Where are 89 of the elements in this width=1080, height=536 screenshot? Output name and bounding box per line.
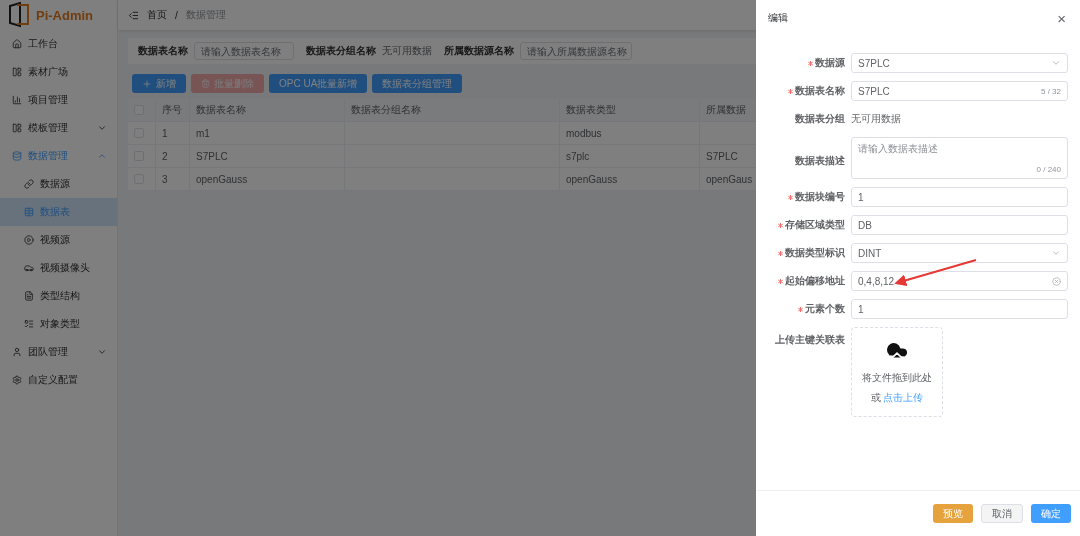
sidebar-item[interactable]: 自定义配置 xyxy=(0,366,117,394)
field-label: 上传主键关联表 xyxy=(775,333,845,347)
table-cell: modbus xyxy=(560,122,700,145)
required-icon xyxy=(798,306,803,312)
empty-text: 无可用数据 xyxy=(382,44,432,58)
required-icon xyxy=(778,222,783,228)
column-header: 数据表名称 xyxy=(190,99,345,122)
table-cell: openGauss xyxy=(190,168,345,191)
input-field[interactable]: DB xyxy=(851,215,1068,235)
input-field[interactable]: 1 xyxy=(851,187,1068,207)
required-icon xyxy=(808,60,813,66)
sidebar-item[interactable]: 类型结构 xyxy=(0,282,117,310)
chevron-icon xyxy=(97,151,107,161)
logo-text: Pi-Admin xyxy=(36,7,94,23)
sidebar-item[interactable]: 数据源 xyxy=(0,170,117,198)
link-icon xyxy=(24,179,34,189)
table-cell: S7PLC xyxy=(190,145,345,168)
upload-hint: 将文件拖到此处 xyxy=(862,371,932,385)
field-label: 数据源 xyxy=(815,56,845,70)
required-icon xyxy=(778,250,783,256)
clear-icon[interactable] xyxy=(1052,276,1061,286)
document-icon xyxy=(24,291,34,301)
breadcrumb-item[interactable]: 首页 xyxy=(147,8,167,22)
sidebar-item[interactable]: 工作台 xyxy=(0,30,117,58)
breadcrumb-separator: / xyxy=(175,9,178,21)
chevron-icon xyxy=(1051,58,1061,68)
empty-text: 无可用数据 xyxy=(851,112,901,126)
close-button[interactable]: × xyxy=(1057,9,1066,27)
table-cell: m1 xyxy=(190,122,345,145)
search-label: 数据表分组名称 xyxy=(306,44,376,58)
home-icon xyxy=(12,39,22,49)
plus-icon xyxy=(142,78,152,89)
column-header: 序号 xyxy=(156,99,190,122)
drawer-title: 编辑 xyxy=(768,11,788,25)
list-icon xyxy=(24,319,34,329)
upload-area[interactable]: 将文件拖到此处 或 点击上传 xyxy=(851,327,943,417)
menu-icon[interactable] xyxy=(128,9,139,21)
chart-icon xyxy=(12,95,22,105)
table-cell: 3 xyxy=(156,168,190,191)
search-field[interactable]: 请输入数据表名称 xyxy=(194,42,294,60)
user-icon xyxy=(12,347,22,357)
select-field[interactable]: S7PLC xyxy=(851,53,1068,73)
layout-icon xyxy=(12,123,22,133)
input-field[interactable]: S7PLC 5 / 32 xyxy=(851,81,1068,101)
input-field[interactable]: 0,4,8,12 xyxy=(851,271,1068,291)
play-icon xyxy=(24,235,34,245)
sidebar-item[interactable]: 团队管理 xyxy=(0,338,117,366)
table-cell: s7plc xyxy=(560,145,700,168)
search-label: 数据表名称 xyxy=(138,44,188,58)
textarea-field[interactable]: 请输入数据表描述 0 / 240 xyxy=(851,137,1068,179)
sidebar-item[interactable]: 对象类型 xyxy=(0,310,117,338)
database-icon xyxy=(12,151,22,161)
chevron-icon xyxy=(1051,248,1061,258)
search-field[interactable]: 请输入所属数据源名称 xyxy=(520,42,632,60)
field-label: 数据表描述 xyxy=(795,154,845,168)
table-cell: openGauss xyxy=(560,168,700,191)
footer-button[interactable]: 确定 xyxy=(1031,504,1071,523)
chevron-icon xyxy=(97,123,107,133)
field-label: 数据块编号 xyxy=(795,190,845,204)
required-icon xyxy=(788,194,793,200)
layout-icon xyxy=(12,67,22,77)
field-label: 数据表名称 xyxy=(795,84,845,98)
field-label: 数据表分组 xyxy=(795,112,845,126)
field-label: 元素个数 xyxy=(805,302,845,316)
sidebar-item[interactable]: 素材广场 xyxy=(0,58,117,86)
column-header: 数据表分组名称 xyxy=(345,99,560,122)
settings-icon xyxy=(12,375,22,385)
required-icon xyxy=(788,88,793,94)
select-field[interactable]: DINT xyxy=(851,243,1068,263)
required-icon xyxy=(778,278,783,284)
field-label: 起始偏移地址 xyxy=(785,274,845,288)
input-field[interactable]: 1 xyxy=(851,299,1068,319)
upload-link-text: 或 点击上传 xyxy=(870,391,924,405)
field-label: 存储区域类型 xyxy=(785,218,845,232)
field-label: 数据类型标识 xyxy=(785,246,845,260)
sidebar-item[interactable]: 视频摄像头 xyxy=(0,254,117,282)
sidebar-item[interactable]: 模板管理 xyxy=(0,114,117,142)
chevron-icon xyxy=(97,347,107,357)
sidebar-item[interactable]: 项目管理 xyxy=(0,86,117,114)
upload-link[interactable]: 点击上传 xyxy=(883,392,924,403)
footer-button[interactable]: 取消 xyxy=(981,504,1023,523)
column-header: 数据表类型 xyxy=(560,99,700,122)
table-cell: 1 xyxy=(156,122,190,145)
sidebar-item[interactable]: 视频源 xyxy=(0,226,117,254)
car-icon xyxy=(24,263,34,273)
search-label: 所属数据源名称 xyxy=(444,44,514,58)
logo-icon xyxy=(8,2,30,28)
table-cell: 2 xyxy=(156,145,190,168)
table-icon xyxy=(24,207,34,217)
